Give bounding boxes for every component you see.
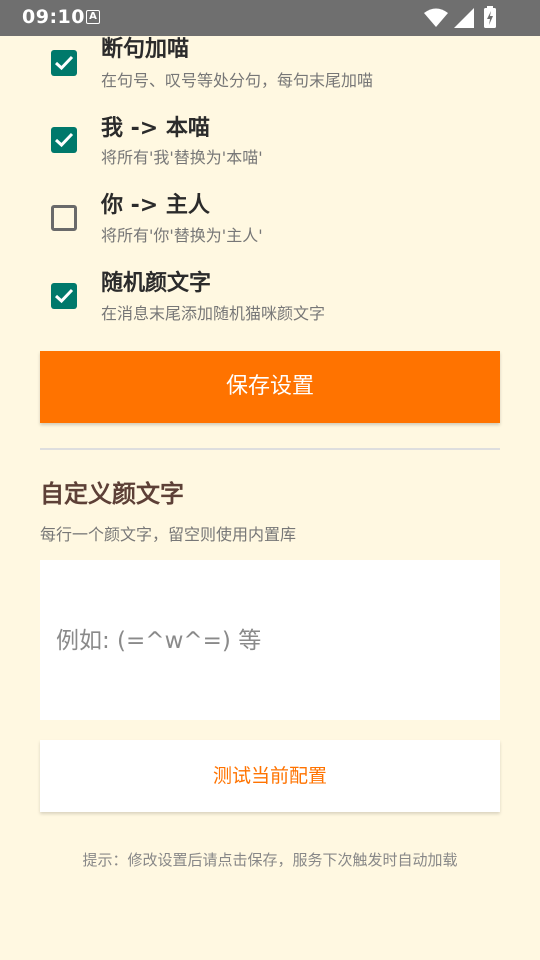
- setting-title: 随机颜文字: [101, 271, 212, 296]
- setting-description: 将所有'我'替换为'本喵': [101, 148, 263, 167]
- save-settings-button[interactable]: 保存设置: [40, 351, 500, 423]
- cell-signal-icon: [454, 8, 474, 28]
- checkbox-you-to-master[interactable]: [51, 205, 77, 231]
- check-icon: [54, 132, 74, 148]
- setting-title: 你 -> 主人: [101, 193, 210, 218]
- divider: [40, 448, 500, 450]
- notification-a-icon: A: [86, 10, 100, 24]
- setting-item-sentence-meow[interactable]: 断句加喵 在句号、叹号等处分句，每句末尾加喵: [40, 36, 500, 112]
- kaomoji-input-placeholder: 例如: (=^w^=) 等: [56, 628, 262, 654]
- setting-item-random-kaomoji[interactable]: 随机颜文字 在消息末尾添加随机猫咪颜文字: [40, 269, 500, 345]
- setting-title: 断句加喵: [101, 37, 190, 62]
- section-description: 每行一个颜文字，留空则使用内置库: [40, 525, 297, 544]
- checkbox-random-kaomoji[interactable]: [51, 283, 77, 309]
- checkbox-sentence-meow[interactable]: [51, 50, 77, 76]
- custom-kaomoji-input[interactable]: 例如: (=^w^=) 等: [40, 560, 500, 720]
- hint-text: 提示：修改设置后请点击保存，服务下次触发时自动加载: [82, 851, 458, 869]
- setting-item-you-to-master[interactable]: 你 -> 主人 将所有'你'替换为'主人': [40, 191, 500, 267]
- setting-description: 在消息末尾添加随机猫咪颜文字: [101, 304, 326, 323]
- test-config-button[interactable]: 测试当前配置: [40, 740, 500, 812]
- check-icon: [54, 55, 74, 71]
- section-title-custom-kaomoji: 自定义颜文字: [40, 480, 184, 508]
- battery-charging-icon: [484, 6, 496, 28]
- setting-title: 我 -> 本喵: [101, 116, 210, 141]
- status-bar: 09:10 A: [0, 0, 540, 36]
- wifi-icon: [424, 8, 448, 27]
- checkbox-me-to-benmiao[interactable]: [51, 127, 77, 153]
- check-icon: [54, 288, 74, 304]
- status-time: 09:10: [22, 6, 85, 28]
- setting-description: 在句号、叹号等处分句，每句末尾加喵: [101, 71, 374, 90]
- setting-description: 将所有'你'替换为'主人': [101, 226, 263, 245]
- setting-item-me-to-benmiao[interactable]: 我 -> 本喵 将所有'我'替换为'本喵': [40, 113, 500, 189]
